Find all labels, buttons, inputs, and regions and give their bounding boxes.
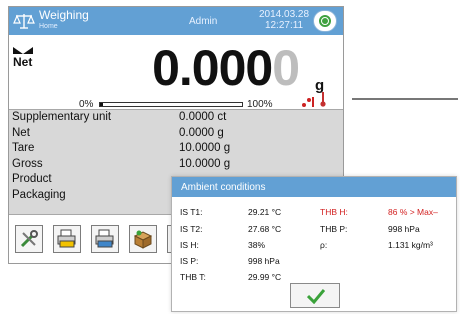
range-bar: [99, 102, 243, 107]
info-value: 0.0000 ct: [179, 111, 227, 123]
info-row: Supplementary unit 0.0000 ct: [9, 110, 343, 126]
printer-blue-icon: [95, 229, 114, 248]
product-button[interactable]: [129, 225, 157, 253]
condition-label: THB H:: [320, 207, 348, 217]
condition-value: 38%: [248, 240, 266, 250]
net-indicator: Net: [13, 55, 33, 69]
settings-tools-icon: [20, 230, 38, 248]
top-bar: Weighing Home Admin 2014.03.28 12:27:11: [9, 7, 343, 35]
info-label: Supplementary unit: [12, 111, 112, 123]
condition-label: IS P:: [180, 256, 199, 266]
status-button[interactable]: [313, 10, 337, 32]
stability-icon: [13, 47, 33, 54]
info-value: 10.0000 g: [179, 142, 231, 154]
condition-label: IS T2:: [180, 224, 203, 234]
time-label: 12:27:11: [264, 20, 304, 31]
divider-line: [352, 98, 458, 100]
info-row: Tare 10.0000 g: [9, 141, 343, 157]
print-button[interactable]: [53, 225, 81, 253]
reading-digits: 0.000: [152, 40, 273, 96]
level-warning-icon: [302, 97, 314, 107]
info-label: Product: [12, 173, 52, 185]
info-row: Net 0.0000 g: [9, 126, 343, 142]
dialog-title: Ambient conditions: [172, 177, 456, 197]
condition-value: 998 hPa: [248, 256, 280, 266]
condition-value: 27.68 °C: [248, 224, 282, 234]
settings-button[interactable]: [15, 225, 43, 253]
printer-yellow-icon: [57, 229, 76, 248]
condition-value: 29.21 °C: [248, 207, 282, 217]
ambient-conditions-dialog: Ambient conditions IS T1: 29.21 °C IS T2: 2…: [171, 176, 457, 312]
product-box-icon: [133, 230, 153, 249]
info-label: Gross: [12, 157, 43, 170]
info-label: Packaging: [12, 188, 66, 201]
date-label: 2014.03.28: [259, 9, 310, 20]
condition-label: ρ:: [320, 240, 328, 250]
app-title: Weighing: [39, 8, 89, 22]
condition-value: 29.99 °C: [248, 272, 282, 282]
info-value: 0.0000 g: [179, 126, 224, 139]
info-label: Tare: [12, 142, 35, 154]
info-value: 10.0000 g: [179, 157, 231, 170]
condition-value: 1.131 kg/m³: [388, 240, 433, 250]
condition-value: 998 hPa: [388, 224, 420, 234]
reading-last-digit: 0: [272, 40, 300, 96]
print-footer-button[interactable]: [91, 225, 119, 253]
range-bar-fill: [100, 103, 103, 106]
user-name[interactable]: Admin: [189, 16, 217, 27]
checkmark-icon: [307, 289, 325, 304]
ok-button[interactable]: [290, 283, 340, 308]
weighing-display: Net 0.0000 g 0% 100%: [9, 35, 343, 110]
status-dot-icon: [322, 18, 328, 24]
app-subtitle: Home: [39, 23, 58, 30]
condition-label: IS T1:: [180, 207, 203, 217]
thermometer-icon: [320, 92, 326, 107]
date-time: 2014.03.28 12:27:11: [259, 9, 309, 31]
info-row: Gross 10.0000 g: [9, 157, 343, 173]
condition-value: 86 % > Max–: [388, 207, 438, 217]
condition-label: THB P:: [320, 224, 348, 234]
condition-label: THB T:: [180, 272, 206, 282]
info-label: Net: [12, 126, 30, 139]
weight-reading: 0.0000: [152, 39, 300, 97]
scale-logo-icon[interactable]: [13, 12, 35, 30]
condition-label: IS H:: [180, 240, 199, 250]
